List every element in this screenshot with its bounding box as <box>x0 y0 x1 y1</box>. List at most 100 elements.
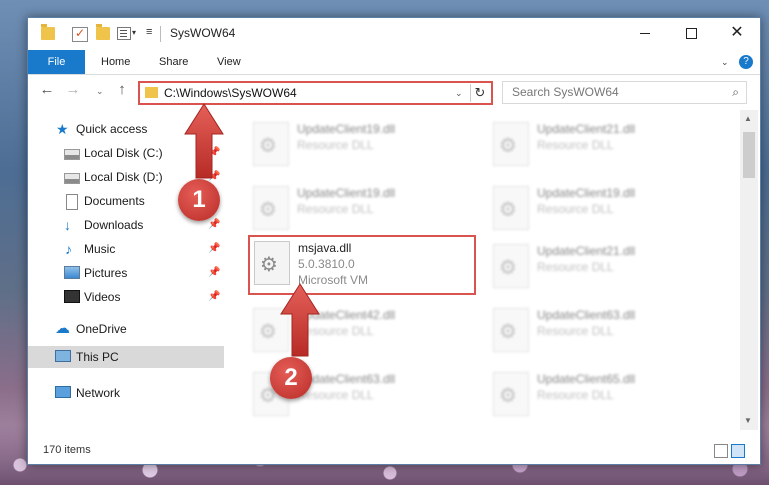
sidebar-item-pictures[interactable]: Pictures 📌 <box>28 262 224 284</box>
tab-file[interactable]: File <box>28 50 85 74</box>
sidebar-item-label: Local Disk (C:) <box>84 146 163 160</box>
file-type: Resource DLL <box>297 388 374 402</box>
search-placeholder: Search SysWOW64 <box>512 85 619 99</box>
dll-file-icon <box>493 186 529 230</box>
network-icon <box>55 386 71 398</box>
navigation-pane: ★ Quick access Local Disk (C:) 📌 Local D… <box>28 110 224 430</box>
folder-icon <box>41 24 55 40</box>
dll-file-icon <box>254 241 290 285</box>
scroll-down-icon[interactable]: ▼ <box>744 416 752 425</box>
address-bar[interactable]: C:\Windows\SysWOW64 ⌄ ↻ <box>138 81 493 105</box>
sidebar-item-local-disk-c[interactable]: Local Disk (C:) 📌 <box>28 142 224 164</box>
documents-icon <box>66 194 78 210</box>
dll-file-icon <box>493 122 529 166</box>
file-item[interactable]: UpdateClient63.dll Resource DLL <box>487 302 727 360</box>
dll-file-icon <box>253 308 289 352</box>
vertical-scrollbar[interactable]: ▲ ▼ <box>740 110 758 430</box>
status-bar: 170 items <box>28 439 760 463</box>
chevron-down-icon[interactable]: ⌄ <box>455 88 463 99</box>
expand-ribbon-icon[interactable]: ⌄ <box>721 57 729 68</box>
help-button[interactable]: ? <box>739 55 753 69</box>
star-icon: ★ <box>56 121 69 137</box>
file-item-msjava[interactable]: msjava.dll 5.0.3810.0 Microsoft VM <box>248 235 476 295</box>
file-name: UpdateClient63.dll <box>537 308 636 322</box>
maximize-button[interactable] <box>668 18 714 48</box>
videos-icon <box>64 290 80 303</box>
up-button[interactable]: ↑ <box>112 81 132 98</box>
tab-home[interactable]: Home <box>101 50 130 74</box>
step-badge-2: 2 <box>270 357 312 399</box>
sidebar-item-label: Videos <box>84 290 121 304</box>
cloud-icon: ☁ <box>55 320 70 337</box>
recent-locations-button[interactable]: ⌄ <box>96 86 104 97</box>
disk-icon <box>64 149 80 160</box>
large-icons-view-icon[interactable] <box>731 444 745 458</box>
pin-icon[interactable]: 📌 <box>208 147 220 158</box>
sidebar-item-network[interactable]: Network <box>28 382 224 404</box>
chevron-down-icon[interactable]: ▾ <box>132 28 136 37</box>
sidebar-item-music[interactable]: ♪ Music 📌 <box>28 238 224 260</box>
pin-icon[interactable]: 📌 <box>208 171 220 182</box>
navigation-bar: ← → ⌄ ↑ C:\Windows\SysWOW64 ⌄ ↻ Search S… <box>28 75 760 109</box>
sidebar-item-videos[interactable]: Videos 📌 <box>28 286 224 308</box>
file-type: Resource DLL <box>297 202 374 216</box>
file-item[interactable]: UpdateClient21.dll Resource DLL <box>487 238 727 296</box>
pictures-icon <box>64 266 80 279</box>
view-options-icon[interactable] <box>117 27 131 40</box>
tab-share[interactable]: Share <box>159 50 188 74</box>
file-version: 5.0.3810.0 <box>298 257 355 271</box>
dll-file-icon <box>253 122 289 166</box>
sidebar-item-onedrive[interactable]: ☁ OneDrive <box>28 318 224 340</box>
file-name: UpdateClient19.dll <box>297 122 396 136</box>
customize-toolbar-icon[interactable]: ≡ <box>146 26 152 38</box>
download-icon: ↓ <box>64 217 71 233</box>
sidebar-item-label: Quick access <box>76 122 148 136</box>
file-item[interactable]: UpdateClient65.dll Resource DLL <box>487 366 727 424</box>
file-name: UpdateClient21.dll <box>537 244 636 258</box>
file-explorer-window: ▾ ≡ SysWOW64 ✕ File Home Share View ⌄ ? … <box>27 17 761 465</box>
file-name: UpdateClient19.dll <box>297 186 396 200</box>
sidebar-item-label: Local Disk (D:) <box>84 170 163 184</box>
title-divider <box>160 26 161 42</box>
search-input[interactable]: Search SysWOW64 ⌕ <box>502 81 747 104</box>
disk-icon <box>64 173 80 184</box>
pc-icon <box>55 350 71 362</box>
sidebar-item-label: Music <box>84 242 116 256</box>
details-view-icon[interactable] <box>714 444 728 458</box>
close-button[interactable]: ✕ <box>714 18 760 48</box>
ribbon-tabs: File Home Share View ⌄ ? <box>28 50 760 75</box>
file-item[interactable]: UpdateClient42.dll Resource DLL <box>247 302 487 360</box>
file-type: Resource DLL <box>537 260 614 274</box>
pin-icon[interactable]: 📌 <box>208 267 220 278</box>
back-button[interactable]: ← <box>37 81 57 98</box>
pin-icon[interactable]: 📌 <box>208 291 220 302</box>
pin-icon[interactable]: 📌 <box>208 219 220 230</box>
minimize-button[interactable] <box>622 18 668 48</box>
sidebar-item-label: Downloads <box>84 218 144 232</box>
sidebar-item-label: OneDrive <box>76 322 127 336</box>
scroll-up-icon[interactable]: ▲ <box>744 114 752 123</box>
music-icon: ♪ <box>65 241 72 257</box>
folder-icon <box>145 87 158 98</box>
step-badge-1: 1 <box>178 179 220 221</box>
sidebar-item-this-pc[interactable]: This PC <box>28 346 224 368</box>
dll-file-icon <box>493 244 529 288</box>
pin-icon[interactable]: 📌 <box>208 243 220 254</box>
file-item[interactable]: UpdateClient19.dll Resource DLL <box>247 180 487 238</box>
sidebar-item-quick-access[interactable]: ★ Quick access <box>28 118 224 140</box>
refresh-button[interactable]: ↻ <box>470 84 489 102</box>
tab-view[interactable]: View <box>217 50 241 74</box>
forward-button[interactable]: → <box>63 81 83 98</box>
dll-file-icon <box>493 372 529 416</box>
new-folder-icon[interactable] <box>96 24 110 40</box>
file-name: msjava.dll <box>298 241 352 255</box>
file-type: Resource DLL <box>537 388 614 402</box>
file-type: Resource DLL <box>537 202 614 216</box>
file-item[interactable]: UpdateClient19.dll Resource DLL <box>487 180 727 238</box>
address-path[interactable]: C:\Windows\SysWOW64 <box>164 86 297 100</box>
file-item[interactable]: UpdateClient21.dll Resource DLL <box>487 116 727 174</box>
file-item[interactable]: UpdateClient19.dll Resource DLL <box>247 116 487 174</box>
properties-icon[interactable] <box>72 26 88 42</box>
search-icon[interactable]: ⌕ <box>732 85 739 100</box>
scrollbar-thumb[interactable] <box>743 132 755 178</box>
